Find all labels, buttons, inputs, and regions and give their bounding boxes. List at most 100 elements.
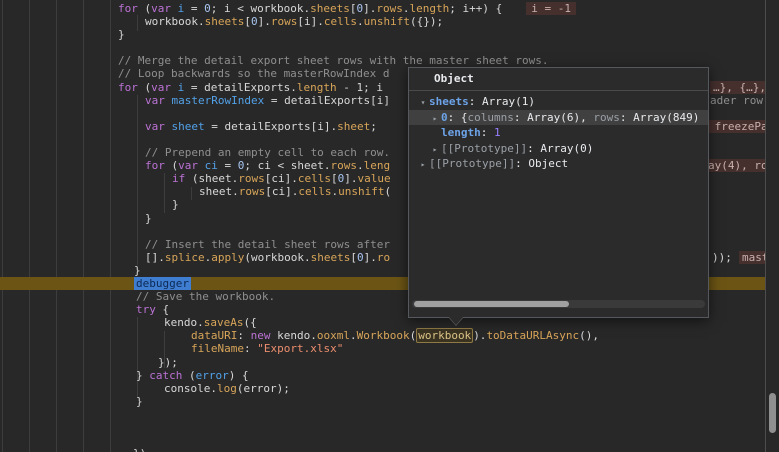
code-token: : xyxy=(244,342,257,355)
inline-value-annotation: ay(4), ro xyxy=(705,159,765,172)
code-token: { xyxy=(156,303,169,316)
code-token: for xyxy=(145,159,165,172)
code-line: } catch (error) { xyxy=(0,369,765,382)
paused-statement: debugger xyxy=(134,277,191,290)
object-tree-token: Array(1) xyxy=(482,95,535,108)
object-tree-token: Array(6) xyxy=(527,111,580,124)
object-tree-row[interactable]: ▾sheets: Array(1) xyxy=(409,94,708,110)
code-token: ci xyxy=(205,159,218,172)
code-token: : xyxy=(237,329,250,342)
disclosure-triangle-icon[interactable]: ▸ xyxy=(417,157,429,173)
popup-title: Object xyxy=(409,68,708,91)
code-token: console. xyxy=(164,382,217,395)
object-tree-token: , xyxy=(580,111,593,124)
code-token xyxy=(171,2,178,15)
object-tree-token: : xyxy=(620,111,633,124)
code-line: } xyxy=(0,395,765,408)
code-token: [i]. xyxy=(297,15,324,28)
code-token: ro xyxy=(377,251,390,264)
code-token: ooxml xyxy=(317,329,350,342)
code-token: [ci]. xyxy=(265,172,298,185)
code-line: } xyxy=(0,28,765,41)
object-tree-row[interactable]: ▸[[Prototype]]: Object xyxy=(409,156,708,172)
code-token: = detailExports[i] xyxy=(264,94,390,107)
code-token: = xyxy=(184,2,204,15)
code-token: // Save the workbook. xyxy=(136,290,275,303)
disclosure-triangle-icon[interactable]: ▸ xyxy=(429,111,441,127)
object-tree: ▾sheets: Array(1)▸0: {columns: Array(6),… xyxy=(409,91,708,172)
code-token xyxy=(165,94,172,107)
disclosure-triangle-icon[interactable]: ▾ xyxy=(417,95,429,111)
code-token: // Loop backwards so the masterRowIndex … xyxy=(118,67,390,80)
code-token: dataURI xyxy=(191,329,237,342)
object-tree-token: : xyxy=(514,111,527,124)
code-token: leng xyxy=(364,159,391,172)
inline-value-annotation: freezePa xyxy=(705,120,765,133)
code-token: unshift xyxy=(338,185,384,198)
code-token: } xyxy=(136,395,143,408)
code-token: ). xyxy=(473,329,486,342)
object-tree-token: : xyxy=(515,157,528,170)
code-line: }) xyxy=(0,447,765,452)
code-token: cells xyxy=(324,15,357,28)
disclosure-triangle-icon[interactable]: ▸ xyxy=(429,142,441,158)
code-token: sheets xyxy=(310,2,350,15)
code-token: []. xyxy=(145,251,165,264)
code-token: ({ xyxy=(244,316,257,329)
editor-scrollbar-gutter[interactable] xyxy=(765,0,779,452)
hovered-token[interactable]: workbook xyxy=(416,328,473,343)
code-token: ( xyxy=(165,159,178,172)
code-token: = xyxy=(218,159,238,172)
object-tree-token: [[Prototype]] xyxy=(429,157,515,170)
object-tree-token: sheets xyxy=(429,95,469,108)
object-tree-row[interactable]: length: 1 xyxy=(409,125,708,141)
object-tree-token: columns xyxy=(468,111,514,124)
code-token: [ci]. xyxy=(265,185,298,198)
code-token: 0 xyxy=(204,2,211,15)
object-tree-token: : xyxy=(481,126,494,139)
code-token: } xyxy=(134,264,141,277)
code-token: var xyxy=(145,94,165,107)
code-token: ( xyxy=(384,185,391,198)
code-line: console.log(error); xyxy=(0,382,765,395)
object-tree-row[interactable]: ▸[[Prototype]]: Array(0) xyxy=(409,141,708,157)
code-token: var xyxy=(151,81,171,94)
code-token: cells xyxy=(298,185,331,198)
code-token: ; ci < sheet. xyxy=(244,159,330,172)
code-token: ( xyxy=(138,2,151,15)
object-tree-token: Array(0) xyxy=(540,142,593,155)
code-token: - 1; i xyxy=(337,81,383,94)
code-token: = detailExports[i]. xyxy=(205,120,337,133)
code-token: ]. xyxy=(363,2,376,15)
object-tree-token: rows xyxy=(593,111,620,124)
code-line: dataURI: new kendo.ooxml.Workbook(workbo… xyxy=(0,329,765,342)
object-preview-popup: Object ▾sheets: Array(1)▸0: {columns: Ar… xyxy=(408,67,709,318)
code-line: fileName: "Export.xlsx" xyxy=(0,342,765,355)
popup-scrollbar-thumb[interactable] xyxy=(414,301,569,307)
code-token: length xyxy=(297,81,337,94)
code-token: ({}); xyxy=(410,15,443,28)
code-token: } xyxy=(145,212,152,225)
code-token xyxy=(171,81,178,94)
code-line xyxy=(0,421,765,434)
code-token: fileName xyxy=(191,342,244,355)
code-token: 0 xyxy=(251,15,258,28)
code-token: // Prepend an empty cell to each row. xyxy=(145,146,390,159)
code-line: for (var i = 0; i < workbook.sheets[0].r… xyxy=(0,2,765,15)
code-token: var xyxy=(145,120,165,133)
object-tree-row[interactable]: ▸0: {columns: Array(6), rows: Array(849) xyxy=(409,110,708,126)
object-tree-token: 1 xyxy=(494,126,501,139)
object-tree-token: Array(849) xyxy=(633,111,699,124)
code-token: . xyxy=(350,329,357,342)
code-token: [ xyxy=(350,251,357,264)
code-token: try xyxy=(136,303,156,316)
code-line xyxy=(0,434,765,447)
popup-scrollbar-track[interactable] xyxy=(412,300,705,308)
code-token: ; i < workbook. xyxy=(211,2,310,15)
code-token: sheet. xyxy=(199,185,239,198)
code-token: new xyxy=(251,329,271,342)
code-token: (error); xyxy=(237,382,290,395)
code-token: var xyxy=(178,159,198,172)
editor-scrollbar-thumb[interactable] xyxy=(769,393,776,433)
code-token: sheets xyxy=(311,251,351,264)
